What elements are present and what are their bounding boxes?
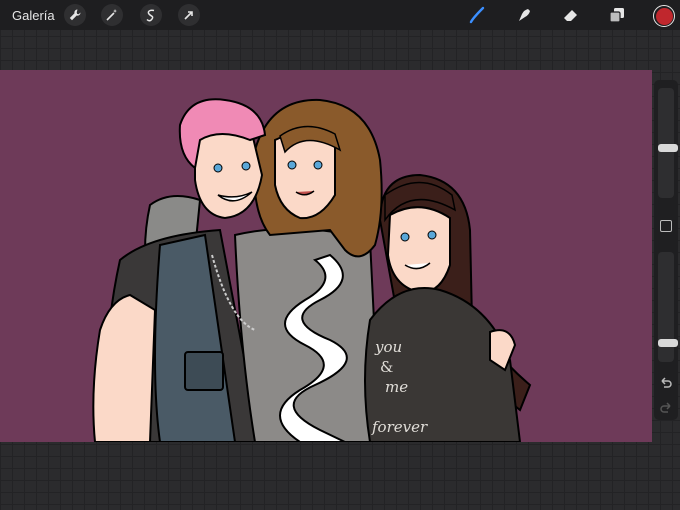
- brush-tool-button[interactable]: [466, 4, 488, 26]
- transform-arrow-icon: [184, 11, 193, 20]
- smudge-icon: [519, 9, 530, 21]
- opacity-thumb[interactable]: [658, 338, 678, 347]
- brush-sidebar: [654, 80, 678, 420]
- shirt-text-line-4: forever: [371, 418, 428, 436]
- drawing-canvas[interactable]: you & me forever: [0, 70, 652, 442]
- smudge-tool-button[interactable]: [513, 4, 535, 26]
- undo-icon[interactable]: [659, 377, 673, 389]
- wrench-icon: [69, 9, 81, 21]
- layers-button[interactable]: [606, 4, 628, 26]
- actions-button[interactable]: [64, 4, 86, 26]
- adjustments-button[interactable]: [101, 4, 123, 26]
- artwork-illustration: you & me forever: [92, 98, 532, 442]
- redo-icon[interactable]: [659, 402, 673, 414]
- shirt-text-line-2: &: [380, 358, 393, 376]
- shirt-text-line-1: you: [374, 338, 402, 356]
- layers-icon: [609, 8, 624, 23]
- shirt-text-line-3: me: [385, 378, 408, 396]
- selection-icon: [146, 9, 155, 22]
- brush-size-thumb[interactable]: [658, 144, 678, 153]
- transform-button[interactable]: [178, 4, 200, 26]
- brush-icon: [469, 6, 485, 24]
- active-color-swatch: [655, 7, 673, 25]
- eraser-icon: [564, 10, 577, 21]
- magic-wand-icon: [106, 9, 117, 21]
- color-picker-button[interactable]: [653, 5, 675, 27]
- modify-button[interactable]: [660, 220, 672, 232]
- eraser-tool-button[interactable]: [560, 4, 582, 26]
- opacity-slider[interactable]: [658, 252, 678, 362]
- gallery-button[interactable]: Galería: [12, 8, 55, 23]
- selection-button[interactable]: [140, 4, 162, 26]
- brush-size-slider[interactable]: [658, 88, 678, 198]
- top-toolbar: Galería: [0, 0, 680, 30]
